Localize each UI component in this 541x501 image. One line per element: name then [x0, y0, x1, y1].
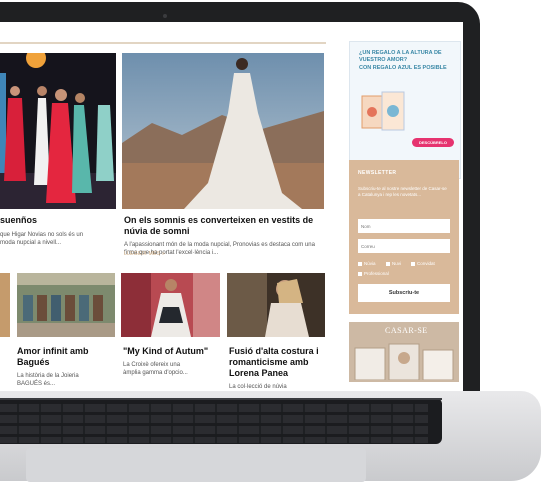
checkbox-box	[386, 261, 390, 266]
checkbox-label: Núvia	[364, 261, 376, 266]
newsletter-heading: NEWSLETTER	[358, 170, 397, 176]
article-excerpt: que Higar Novias no sols és un moda nupc…	[0, 232, 84, 246]
newsletter-box: NEWSLETTER Subscriu-te al nostre newslet…	[349, 160, 459, 314]
sidebar-ad-banner[interactable]: ¿UN REGALO A LA ALTURA DE VUESTRO AMOR? …	[349, 41, 461, 179]
checkbox-convidat[interactable]: Convidat	[411, 261, 435, 266]
checkbox-box	[358, 271, 362, 276]
article-image-bridal-gown[interactable]	[122, 53, 324, 209]
article-title[interactable]: "My Kind of Autum"	[123, 346, 221, 357]
checkbox-professional[interactable]: Professional	[358, 271, 389, 276]
ad-subheadline: CON REGALO AZUL ES POSIBLE	[359, 65, 447, 71]
trackpad	[26, 448, 366, 482]
checkbox-label: Professional	[364, 271, 389, 276]
subscribe-button[interactable]: Subscriu-te	[358, 284, 450, 302]
keyboard	[0, 398, 442, 444]
article-title[interactable]: Amor infinit amb Bagués	[17, 346, 115, 368]
ad-discover-button[interactable]: DESCÚBRELO	[412, 138, 454, 147]
article-title[interactable]: Fusió d'alta costura i romanticisme amb …	[229, 346, 327, 379]
article-image-autumn-dress[interactable]	[121, 273, 220, 337]
magazine-cover-art	[353, 340, 455, 381]
article-excerpt: La col·lecció de núvia	[229, 384, 287, 390]
header-divider	[0, 42, 326, 44]
article-image-bride-portrait[interactable]	[227, 273, 325, 337]
email-input[interactable]	[358, 239, 450, 253]
website-screen: suenños que Higar Novias no sols és un m…	[0, 22, 463, 394]
article-excerpt: La història de la Joieria BAGUÉS és...	[17, 373, 79, 387]
article-image-desert[interactable]	[0, 273, 10, 337]
checkbox-box	[358, 261, 362, 266]
checkbox-box	[411, 261, 415, 266]
read-more-link[interactable]: LLEGEIX MÉS »	[124, 251, 165, 257]
article-title[interactable]: suenños	[0, 215, 112, 226]
camera-dot	[163, 14, 167, 18]
newsletter-text: Subscriu-te al nostre newsletter de Casa…	[358, 186, 447, 197]
ad-illustration	[358, 90, 408, 146]
checkbox-nuvia[interactable]: Núvia	[358, 261, 376, 266]
name-input[interactable]	[358, 219, 450, 233]
checkbox-label: Convidat	[417, 261, 435, 266]
magazine-ad[interactable]: CASAR-SE	[349, 322, 459, 382]
article-image-fashion-show[interactable]	[0, 53, 116, 209]
article-image-jewelry-store[interactable]	[17, 273, 115, 337]
article-title[interactable]: On els somnis es converteixen en vestits…	[124, 215, 324, 237]
checkbox-label: Nuvi	[392, 261, 402, 266]
ad-headline: ¿UN REGALO A LA ALTURA DE VUESTRO AMOR?	[359, 50, 442, 63]
article-excerpt: La Croixè ofereix una àmplia gamma d'opc…	[123, 362, 188, 376]
checkbox-nuvi[interactable]: Nuvi	[386, 261, 401, 266]
magazine-title: CASAR-SE	[385, 326, 428, 335]
